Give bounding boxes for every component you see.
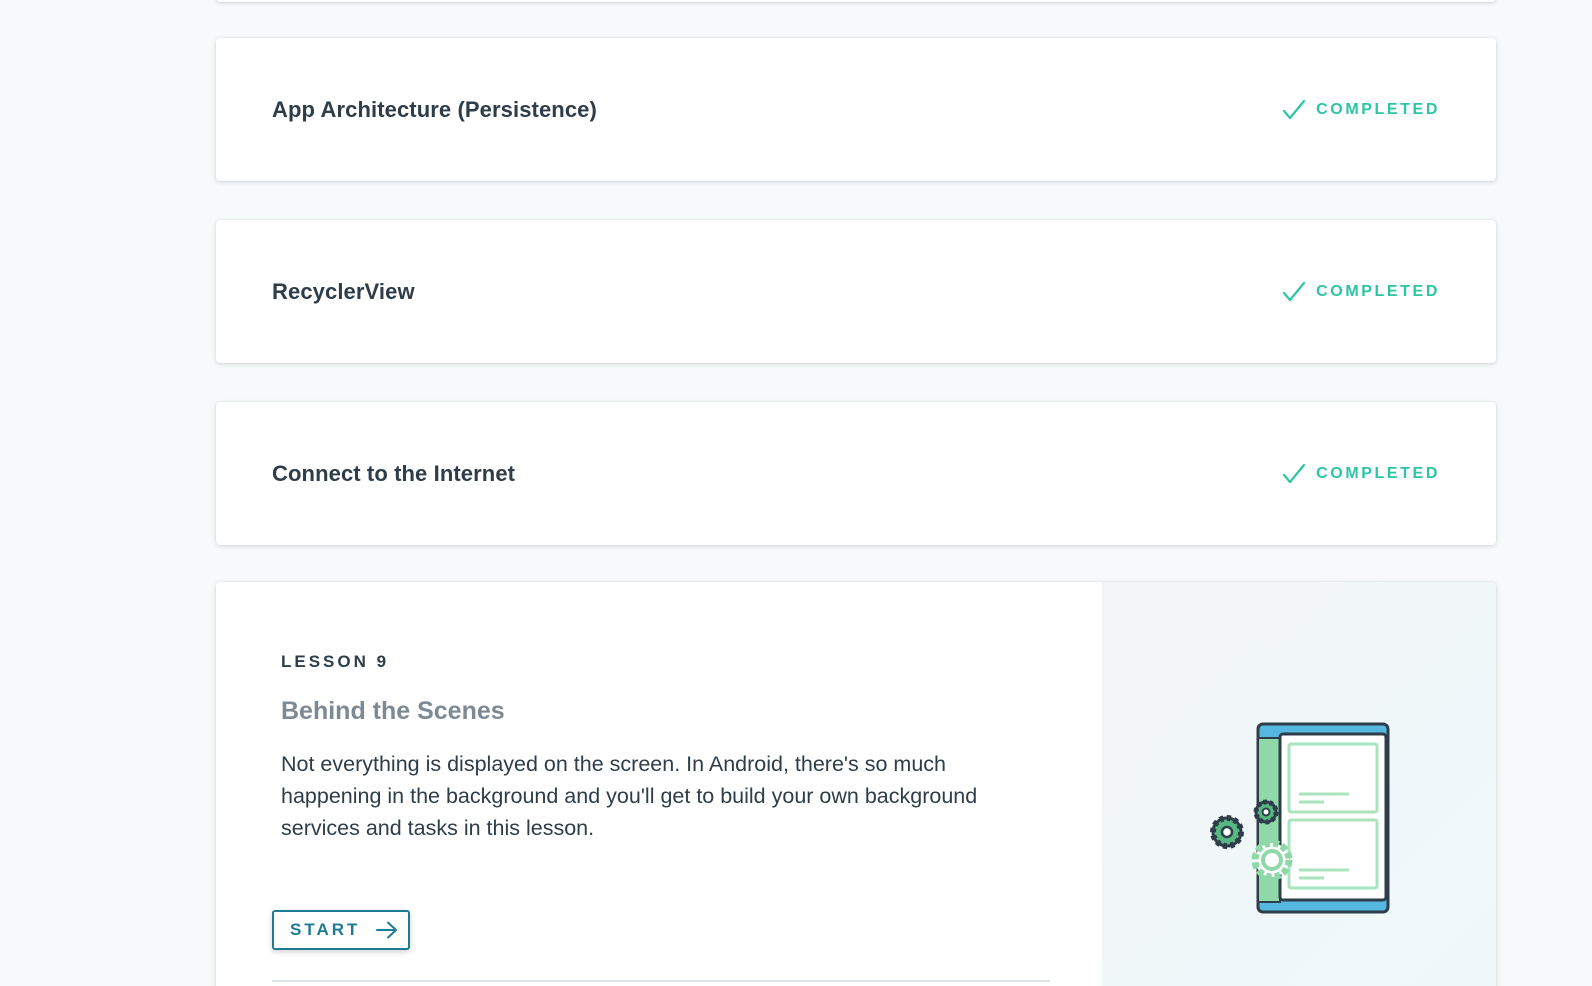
lesson-status: COMPLETED: [1282, 220, 1440, 363]
status-completed-label: COMPLETED: [1316, 464, 1440, 482]
divider: [272, 980, 1050, 982]
lesson-card-recyclerview[interactable]: RecyclerView COMPLETED: [216, 220, 1496, 363]
lesson-card-app-architecture[interactable]: App Architecture (Persistence) COMPLETED: [216, 38, 1496, 181]
featured-lesson-card: LESSON 9 Behind the Scenes Not everythin…: [216, 582, 1496, 986]
featured-lesson-description: Not everything is displayed on the scree…: [281, 752, 978, 840]
phone-with-gears-illustration: [1210, 722, 1390, 914]
lesson-card-connect-internet[interactable]: Connect to the Internet COMPLETED: [216, 402, 1496, 545]
featured-lesson-title: Behind the Scenes: [281, 697, 505, 725]
check-icon: [1283, 281, 1306, 301]
lesson-status: COMPLETED: [1282, 402, 1440, 545]
lesson-status: COMPLETED: [1282, 38, 1440, 181]
arrow-right-icon: [376, 921, 398, 939]
check-icon: [1283, 99, 1306, 119]
lesson-title: Connect to the Internet: [272, 460, 516, 486]
start-button[interactable]: START: [272, 910, 410, 950]
lesson-title: App Architecture (Persistence): [272, 96, 597, 122]
start-button-label: START: [290, 920, 361, 939]
status-completed-label: COMPLETED: [1316, 100, 1440, 118]
lesson-title: RecyclerView: [272, 278, 415, 304]
status-completed-label: COMPLETED: [1316, 282, 1440, 300]
featured-lesson-illustration-panel: [1102, 582, 1496, 986]
lesson-number-label: LESSON 9: [281, 652, 390, 671]
featured-lesson-content: LESSON 9 Behind the Scenes Not everythin…: [216, 582, 1102, 986]
check-icon: [1283, 463, 1306, 483]
previous-lesson-card[interactable]: [216, 0, 1496, 2]
lessons-page: App Architecture (Persistence) COMPLETED…: [0, 0, 1592, 986]
